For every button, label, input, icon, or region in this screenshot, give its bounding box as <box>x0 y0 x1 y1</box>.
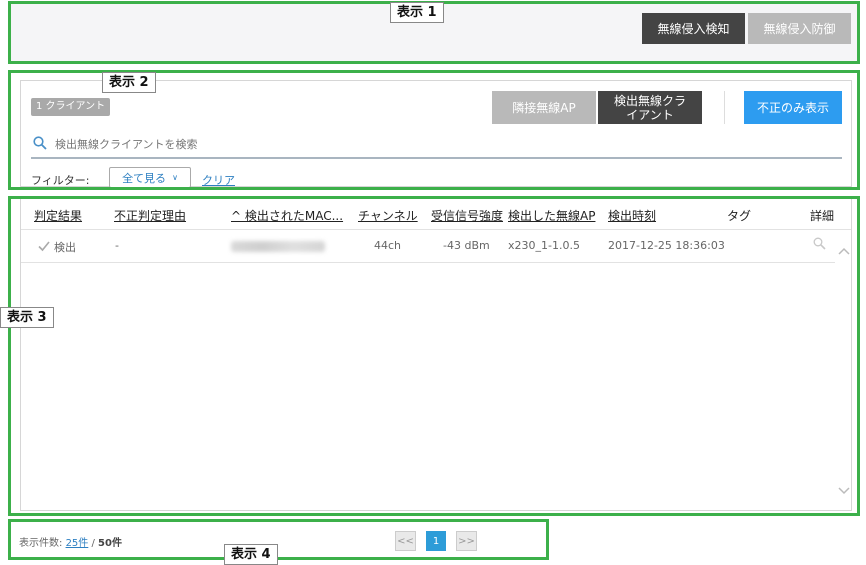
chevron-down-icon[interactable] <box>836 485 851 497</box>
column-header-reason[interactable]: 不正判定理由 <box>114 207 186 224</box>
cell-mac-redacted <box>231 241 325 252</box>
column-header-time[interactable]: 検出時刻 <box>608 207 656 224</box>
cell-time: 2017-12-25 18:36:03 <box>608 239 725 252</box>
neighbor-ap-tab[interactable]: 隣接無線AP <box>492 91 596 124</box>
callout-label-4: 表示 4 <box>224 544 278 565</box>
magnifier-icon[interactable] <box>813 237 826 250</box>
rogue-only-button[interactable]: 不正のみ表示 <box>744 91 842 124</box>
cell-result: 検出 <box>54 241 76 254</box>
column-header-ap[interactable]: 検出した無線AP <box>508 207 595 224</box>
callout-label-1: 表示 1 <box>390 2 444 23</box>
detected-client-tab-label: 検出無線クライアント <box>613 93 686 122</box>
filter-select-value: 全て見る <box>122 171 167 185</box>
toolbar-divider <box>724 91 725 124</box>
page-1-button[interactable]: 1 <box>426 531 446 551</box>
cell-reason: - <box>115 239 119 252</box>
page-size-link[interactable]: 25件 <box>66 538 89 549</box>
search-input[interactable] <box>55 134 815 154</box>
callout-label-3: 表示 3 <box>0 307 54 328</box>
column-header-mac-label: ^ 検出されたMAC... <box>231 209 344 223</box>
chevron-down-icon: ∨ <box>172 173 178 182</box>
search-bar <box>31 133 842 159</box>
column-header-rssi[interactable]: 受信信号強度 <box>431 207 503 224</box>
column-header-result[interactable]: 判定結果 <box>34 207 82 224</box>
filter-clear-link[interactable]: クリア <box>202 172 235 188</box>
column-header-detail: 詳細 <box>810 209 835 223</box>
cell-channel: 44ch <box>374 239 402 252</box>
prev-page-button[interactable]: << <box>395 531 416 551</box>
column-header-mac[interactable]: ^ 検出されたMAC... <box>231 207 343 224</box>
filter-select[interactable]: 全て見る ∨ <box>109 167 191 188</box>
display-count: 表示件数: 25件 / 50件 <box>19 534 122 549</box>
toolbar-panel: 1 クライアント 隣接無線AP 検出無線クライアント 不正のみ表示 フィルター:… <box>20 80 852 188</box>
client-count-badge: 1 クライアント <box>31 98 111 116</box>
total-count: 50件 <box>98 538 122 549</box>
cell-ap: x230_1-1.0.5 <box>508 239 580 252</box>
wireless-ids-tab[interactable]: 無線侵入検知 <box>642 13 745 44</box>
table-header: 判定結果 不正判定理由 ^ 検出されたMAC... チャンネル 受信信号強度 検… <box>21 199 851 230</box>
column-header-channel[interactable]: チャンネル <box>358 207 418 224</box>
vertical-scrollbar[interactable] <box>836 241 851 509</box>
table-row[interactable]: 検出 - 44ch -43 dBm x230_1-1.0.5 2017-12-2… <box>21 230 835 263</box>
pagination-bar: 表示件数: 25件 / 50件 << 1 >> <box>10 522 547 558</box>
wireless-ips-tab[interactable]: 無線侵入防御 <box>748 13 851 44</box>
detected-client-tab[interactable]: 検出無線クライアント <box>598 91 702 124</box>
column-header-tag: タグ <box>727 209 752 223</box>
chevron-up-icon[interactable] <box>836 245 851 257</box>
client-table: 判定結果 不正判定理由 ^ 検出されたMAC... チャンネル 受信信号強度 検… <box>20 198 852 511</box>
check-icon <box>38 241 50 252</box>
search-icon <box>33 136 47 150</box>
filter-label: フィルター: <box>31 174 90 187</box>
next-page-button[interactable]: >> <box>456 531 477 551</box>
count-separator: / <box>88 538 99 549</box>
callout-label-2: 表示 2 <box>102 72 156 93</box>
display-count-label: 表示件数: <box>19 538 63 549</box>
cell-rssi: -43 dBm <box>443 239 490 252</box>
